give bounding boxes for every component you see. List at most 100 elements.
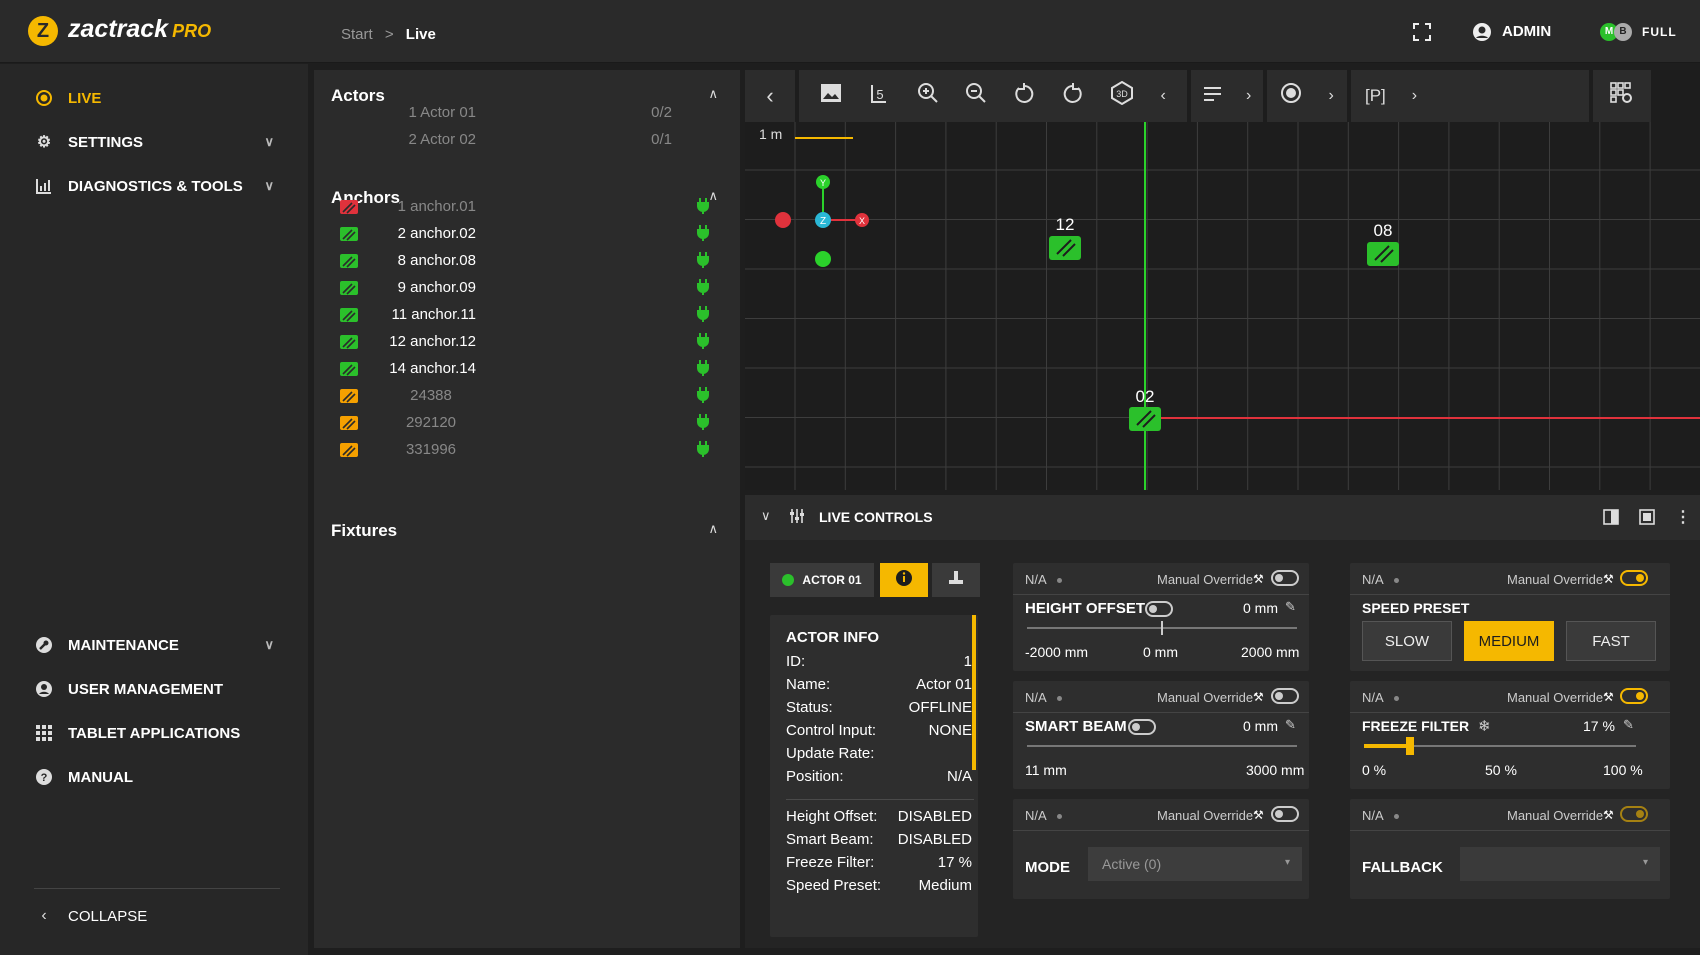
rotate-left-icon[interactable]: [1013, 82, 1035, 110]
manual-override-toggle[interactable]: [1620, 570, 1648, 586]
zoom-out-icon[interactable]: [965, 82, 987, 110]
brand-logo[interactable]: zactrack PRO: [68, 15, 211, 44]
anchor-row[interactable]: 24388: [314, 387, 740, 414]
actor-info-title: ACTOR INFO: [786, 629, 880, 646]
anchor-row[interactable]: 2 anchor.02: [314, 225, 740, 252]
pencil-icon[interactable]: ✎: [1623, 717, 1634, 733]
anchor-12-marker[interactable]: [1049, 236, 1081, 260]
sidebar-item-live[interactable]: LIVE: [34, 88, 274, 108]
plug-icon: [697, 333, 709, 349]
actor-row[interactable]: 1 Actor 01 0/2: [314, 104, 740, 131]
actor-info-button[interactable]: [880, 563, 928, 597]
status-dot: [1057, 814, 1062, 819]
freeze-filter-fill: [1364, 744, 1411, 748]
pencil-icon[interactable]: ✎: [1285, 717, 1296, 733]
chevron-down-icon[interactable]: ∨: [761, 508, 771, 524]
full-view-icon[interactable]: [1639, 509, 1655, 530]
split-view-icon[interactable]: [1603, 509, 1619, 530]
manual-override-toggle[interactable]: [1271, 688, 1299, 704]
mode-card: N/A Manual Override ⚒ MODE Active (0) ▾: [1013, 799, 1309, 899]
rotate-right-icon[interactable]: [1062, 82, 1084, 110]
preset-p-icon[interactable]: [P]: [1365, 86, 1386, 106]
anchor-name: 14 anchor.14: [389, 360, 476, 377]
speed-fast-button[interactable]: FAST: [1566, 621, 1656, 661]
info-row: Speed Preset: Medium: [786, 877, 972, 894]
chevron-up-icon[interactable]: ∧: [708, 521, 718, 537]
record-tools-group: ›: [1267, 70, 1347, 122]
chevron-up-icon[interactable]: ∧: [708, 86, 718, 102]
actor-device-button[interactable]: [932, 563, 980, 597]
user-name: ADMIN: [1502, 23, 1552, 40]
anchor-08-marker[interactable]: [1367, 242, 1399, 266]
chevron-down-icon: ∨: [264, 178, 274, 193]
actor-tab[interactable]: ACTOR 01: [770, 563, 874, 597]
chevron-left-icon[interactable]: ‹: [1160, 87, 1165, 105]
info-scrollbar[interactable]: [972, 615, 976, 770]
fallback-select[interactable]: ▾: [1460, 847, 1660, 881]
anchor-row[interactable]: 8 anchor.08: [314, 252, 740, 279]
view-tools-group: 5 3D ‹: [799, 70, 1187, 122]
anchor-row[interactable]: 14 anchor.14: [314, 360, 740, 387]
speed-medium-button[interactable]: MEDIUM: [1464, 621, 1554, 661]
manual-override-toggle[interactable]: [1271, 570, 1299, 586]
anchor-name: 2 anchor.02: [397, 225, 476, 242]
origin-x-neg-handle[interactable]: [775, 212, 791, 228]
user-icon: [1473, 22, 1491, 41]
zoom-in-icon[interactable]: [917, 82, 939, 110]
record-icon[interactable]: [1280, 82, 1302, 110]
freeze-filter-slider[interactable]: [1364, 737, 1636, 755]
height-offset-thumb[interactable]: [1161, 621, 1163, 635]
wrench-icon: [34, 635, 54, 655]
info-key: ID:: [786, 653, 806, 670]
help-icon: ?: [34, 767, 54, 787]
list-icon[interactable]: [1203, 83, 1223, 109]
sidebar-item-maintenance[interactable]: MAINTENANCE ∨: [34, 635, 274, 655]
tracking-grid[interactable]: Y X Z 12 08 02: [745, 122, 1700, 490]
image-icon[interactable]: [820, 83, 842, 109]
smart-beam-toggle[interactable]: [1128, 719, 1156, 735]
anchor-row[interactable]: 292120: [314, 414, 740, 441]
sidebar-item-tablet-applications[interactable]: TABLET APPLICATIONS: [34, 723, 274, 743]
height-offset-toggle[interactable]: [1145, 601, 1173, 617]
sidebar-item-settings[interactable]: ⚙ SETTINGS ∨: [34, 132, 274, 152]
user-menu[interactable]: ADMIN: [1472, 0, 1551, 63]
freeze-filter-thumb[interactable]: [1406, 737, 1415, 755]
user-circle-icon: [34, 679, 54, 699]
pencil-icon[interactable]: ✎: [1285, 599, 1296, 615]
mode-indicator[interactable]: M B FULL: [1600, 0, 1677, 63]
chevron-right-icon[interactable]: ›: [1412, 87, 1417, 105]
reset-view-icon[interactable]: 5: [868, 82, 890, 110]
sidebar-item-manual[interactable]: ? MANUAL: [34, 767, 274, 787]
origin-y-neg-handle[interactable]: [815, 251, 831, 267]
collapse-label: COLLAPSE: [68, 907, 148, 925]
manual-override-toggle[interactable]: [1620, 688, 1648, 704]
anchor-row[interactable]: 331996: [314, 441, 740, 468]
chevron-right-icon[interactable]: ›: [1246, 87, 1251, 105]
breadcrumb-start[interactable]: Start: [341, 26, 373, 43]
anchor-row[interactable]: 12 anchor.12: [314, 333, 740, 360]
more-options-icon[interactable]: ⋮: [1675, 507, 1691, 527]
manual-override-toggle[interactable]: [1271, 806, 1299, 822]
speed-slow-button[interactable]: SLOW: [1362, 621, 1452, 661]
smart-beam-slider[interactable]: [1027, 745, 1297, 747]
fullscreen-icon[interactable]: [1413, 0, 1431, 63]
info-row: Smart Beam: DISABLED: [786, 831, 972, 848]
actor-name: 2 Actor 02: [408, 131, 476, 148]
anchor-row[interactable]: 1 anchor.01: [314, 198, 740, 225]
manual-override-toggle[interactable]: [1620, 806, 1648, 822]
view-3d-icon[interactable]: 3D: [1110, 80, 1134, 111]
anchor-02-marker[interactable]: [1129, 407, 1161, 431]
actor-row[interactable]: 2 Actor 02 0/1: [314, 131, 740, 158]
status-dot: [1057, 696, 1062, 701]
sidebar-item-diagnostics[interactable]: DIAGNOSTICS & TOOLS ∨: [34, 176, 274, 196]
back-button[interactable]: ‹: [745, 70, 795, 122]
sidebar-item-user-management[interactable]: USER MANAGEMENT: [34, 679, 274, 699]
anchor-row[interactable]: 11 anchor.11: [314, 306, 740, 333]
chevron-right-icon[interactable]: ›: [1328, 87, 1333, 105]
wrench-icon: ⚒: [1603, 572, 1614, 586]
anchor-row[interactable]: 9 anchor.09: [314, 279, 740, 306]
grid-settings-button[interactable]: [1593, 70, 1651, 122]
sidebar-collapse-button[interactable]: ‹ COLLAPSE: [34, 906, 274, 926]
grid-settings-icon: [1610, 82, 1634, 110]
mode-select[interactable]: Active (0) ▾: [1088, 847, 1302, 881]
